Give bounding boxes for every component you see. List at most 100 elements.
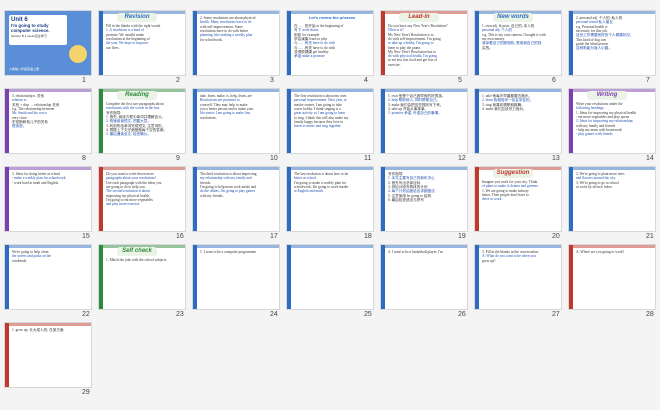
slide-top-bar bbox=[381, 167, 467, 170]
slide-number: 16 bbox=[176, 233, 184, 240]
slide-text-line: resolutions. bbox=[200, 115, 217, 120]
slide-number: 26 bbox=[458, 311, 466, 318]
slide-number: 8 bbox=[82, 155, 86, 162]
slide-text-line: 1. I want to be a computer programmer bbox=[200, 250, 257, 254]
slide-text-line: 5. 最后通读全文, 检查确认。 bbox=[106, 132, 151, 137]
slide-text-line: with my friends. bbox=[200, 193, 224, 198]
slide-thumbnail[interactable]: 1. I want to be a computer programmer bbox=[192, 244, 280, 310]
slide-text-line: 6. 最后检查语法与拼写 bbox=[388, 197, 424, 202]
slide-text-line: at English and math. bbox=[294, 189, 324, 194]
slide-edge-stripe bbox=[287, 11, 291, 75]
slide-number: 28 bbox=[646, 311, 654, 318]
slide-thumbnail[interactable]: 4. I want to be a basketball player. I'm bbox=[380, 244, 468, 310]
slide-thumbnail[interactable]: Let's review the phrases 在……的开始 at the be… bbox=[286, 10, 374, 76]
slide-thumbnail[interactable]: Self check 1. Match the jobs with the sch… bbox=[98, 244, 186, 310]
slide-thumbnail[interactable]: The first resolution is about my own pers… bbox=[286, 88, 374, 154]
slide-top-bar bbox=[569, 11, 655, 14]
slide-number: 12 bbox=[458, 155, 466, 162]
slide-number: 2 bbox=[176, 77, 180, 84]
decoration-image bbox=[69, 45, 87, 63]
slide-text-line: 4. I want to be a basketball player. I'm bbox=[388, 250, 443, 254]
slide-thumbnail[interactable]: A: Where are you going to work? bbox=[568, 244, 656, 310]
slide-thumbnail[interactable]: 2. personal adj. 个人的; 私人的 personal friend… bbox=[568, 10, 656, 76]
slide-number: 11 bbox=[364, 155, 372, 162]
slide-edge-stripe bbox=[193, 89, 197, 153]
slide-text-line: 1. grow up, 长大成人的; 在某方面 bbox=[12, 328, 64, 332]
slide-number: 25 bbox=[364, 311, 372, 318]
slide-text-line: 这种狗能为盲人引路。 bbox=[576, 46, 612, 51]
slide-edge-stripe bbox=[99, 245, 103, 309]
slide-thumbnail[interactable]: 1. grow up, 长大成人的; 在某方面 bbox=[4, 322, 92, 388]
slide-thumbnail[interactable]: 写作指导: 1. 本文主要写自己的新年决心 2. 首先写出总体目标 3. 然后分段写具… bbox=[380, 166, 468, 232]
slide-edge-stripe bbox=[5, 245, 9, 309]
slide-thumbnail[interactable]: Writing Write your resolutions under the f… bbox=[568, 88, 656, 154]
slide-thumbnail[interactable]: 1. own 他是个自己做早饭的好男孩。 2. help 帮助他人, 同时帮助自己… bbox=[380, 88, 468, 154]
slide-top-bar bbox=[193, 167, 279, 170]
slide-text-line: - play games with friends bbox=[576, 132, 613, 137]
slide-top-bar bbox=[287, 245, 373, 248]
slide-thumbnail[interactable]: New words 1. own adj. & pron. 自己的; 本人的 per… bbox=[474, 10, 562, 76]
slide-top-bar bbox=[475, 245, 561, 248]
slide-thumbnail[interactable]: 3. relationship n. 关系 reletion n. 关系 + shi… bbox=[4, 88, 92, 154]
slide-number: 1 bbox=[82, 77, 86, 84]
slide-heading: Reading bbox=[117, 91, 157, 100]
slide-top-bar bbox=[99, 167, 185, 170]
slide-number: 9 bbox=[176, 155, 180, 162]
slide-text-line: weekends. bbox=[12, 258, 28, 263]
slide-thumbnail[interactable]: Reading Complete the first two paragraphs… bbox=[98, 88, 186, 154]
slide-text-line: listen to music and sing together. bbox=[294, 124, 342, 129]
slide-thumbnail[interactable]: Unit 6 I'm going to study computer scienc… bbox=[4, 10, 92, 76]
slide-number: 6 bbox=[552, 77, 556, 84]
slide-top-bar bbox=[287, 167, 373, 170]
slide-thumbnail[interactable] bbox=[286, 244, 374, 310]
slide-number: 4 bbox=[364, 77, 368, 84]
slide-section: Section B 1 2a-2e自主学习 bbox=[11, 34, 47, 38]
slide-thumbnail[interactable]: 3. Fill in the blanks in the conversatio… bbox=[474, 244, 562, 310]
slide-top-bar bbox=[381, 245, 467, 248]
slide-number: 13 bbox=[552, 155, 560, 162]
slide-edge-stripe bbox=[99, 167, 103, 231]
slide-top-bar bbox=[381, 89, 467, 92]
slide-edge-stripe bbox=[569, 245, 573, 309]
slide-top-bar bbox=[5, 245, 91, 248]
slide-edge-stripe bbox=[381, 167, 385, 231]
slide-thumbnail[interactable]: 1. take 他每天早晨都要去跑步。 2. learn 我相信你一定会学会的。 3… bbox=[474, 88, 562, 154]
slide-number: 5 bbox=[458, 77, 462, 84]
slide-text-line: or work by electric bikes. bbox=[576, 184, 613, 189]
slide-thumbnail[interactable]: 3. Ideas for doing better at school - mak… bbox=[4, 166, 92, 232]
slide-thumbnail[interactable]: We're going to help clean the streets and… bbox=[4, 244, 92, 310]
slide-thumbnail[interactable]: 2. Some resolutions are about physical he… bbox=[192, 10, 280, 76]
slide-edge-stripe bbox=[287, 89, 291, 153]
slide-top-bar bbox=[569, 167, 655, 170]
slide-number: 10 bbox=[270, 155, 278, 162]
slide-thumbnail[interactable]: Revision Fill in the blanks with the righ… bbox=[98, 10, 186, 76]
slide-thumbnail[interactable]: Suggestion Imagine you work for your city… bbox=[474, 166, 562, 232]
slide-edge-stripe bbox=[193, 167, 197, 231]
slide-text-line: - work hard at math and English bbox=[12, 180, 59, 185]
slide-number: 19 bbox=[458, 233, 466, 240]
slide-top-bar bbox=[193, 89, 279, 92]
slide-edge-stripe bbox=[381, 89, 385, 153]
slide-text-line: 4. make 我们应该尽力而为。 bbox=[482, 106, 527, 111]
slide-top-bar bbox=[193, 11, 279, 14]
slide-thumbnail[interactable]: Do you want to write down more paragraphs… bbox=[98, 166, 186, 232]
slide-thumbnail[interactable]: 2. We're going to plant more trees and fl… bbox=[568, 166, 656, 232]
slide-number: 14 bbox=[646, 155, 654, 162]
slide-edge-stripe bbox=[569, 167, 573, 231]
slide-thumbnail[interactable]: take, learn, make, is, help, learn, are R… bbox=[192, 88, 280, 154]
slide-top-bar bbox=[287, 89, 373, 92]
slide-heading: Revision bbox=[117, 13, 157, 22]
slide-thumbnail[interactable]: The last resolution is about how to do be… bbox=[286, 166, 374, 232]
slide-heading: New words bbox=[493, 13, 533, 22]
title-band: Unit 6 I'm going to study computer scienc… bbox=[9, 15, 67, 45]
slide-edge-stripe bbox=[5, 89, 9, 153]
slide-thumbnail[interactable]: Lead-in Do you have any New Year's Resolu… bbox=[380, 10, 468, 76]
slide-number: 18 bbox=[364, 233, 372, 240]
slide-thumbnail[interactable]: The third resolution is about improving m… bbox=[192, 166, 280, 232]
slide-text-line: grow up? bbox=[482, 258, 496, 263]
slide-number: 23 bbox=[176, 311, 184, 318]
slide-text-line: A: Where are you going to work? bbox=[576, 250, 625, 254]
slide-edge-stripe bbox=[569, 11, 573, 75]
slide-text-line: 很亲密。 bbox=[12, 124, 27, 129]
slide-heading: Suggestion bbox=[493, 169, 533, 178]
